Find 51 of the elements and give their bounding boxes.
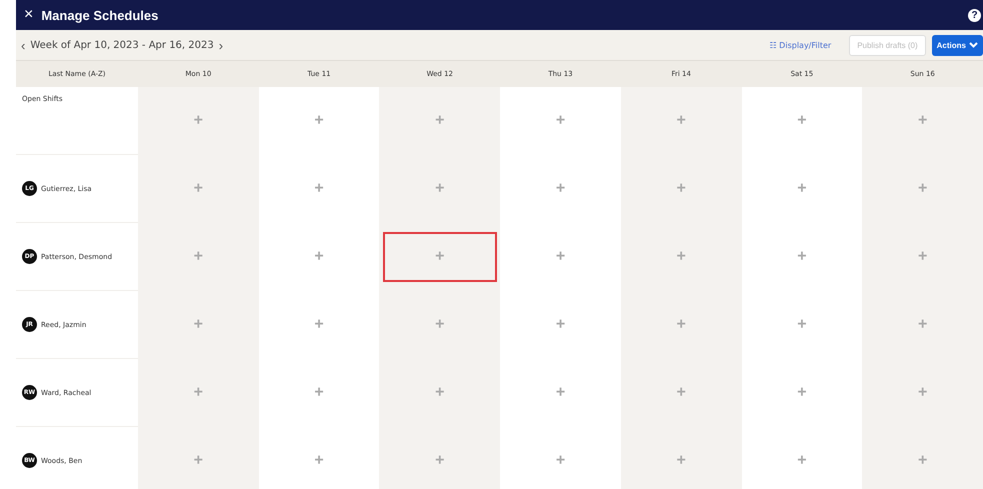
add-shift-button[interactable]: +: [791, 110, 813, 132]
add-shift-button[interactable]: +: [912, 110, 934, 132]
add-shift-button[interactable]: +: [188, 178, 210, 200]
add-shift-button[interactable]: +: [308, 314, 330, 336]
add-shift-button[interactable]: +: [429, 178, 450, 200]
add-shift-button[interactable]: +: [550, 382, 572, 404]
add-shift-button[interactable]: +: [550, 246, 572, 268]
add-shift-button[interactable]: +: [791, 450, 813, 472]
week-range: Week of Apr 10, 2023 - Apr 16, 2023: [30, 40, 214, 50]
add-shift-button[interactable]: +: [791, 178, 813, 200]
add-shift-button[interactable]: +: [188, 246, 210, 268]
add-shift-button[interactable]: +: [429, 314, 450, 336]
add-shift-button[interactable]: +: [308, 450, 330, 472]
display-filter-link[interactable]: ☷ Display/Filter: [769, 40, 832, 50]
add-shift-button[interactable]: +: [429, 382, 450, 404]
add-shift-button[interactable]: +: [429, 110, 450, 132]
chevron-down-icon: [969, 42, 978, 48]
previous-week-button[interactable]: ‹: [16, 38, 30, 52]
add-shift-button[interactable]: +: [791, 382, 813, 404]
add-shift-button[interactable]: +: [550, 314, 572, 336]
add-shift-button[interactable]: +: [912, 382, 934, 404]
add-shift-button[interactable]: +: [791, 246, 813, 268]
add-shift-button[interactable]: +: [791, 314, 813, 336]
help-button[interactable]: ?: [968, 8, 981, 22]
add-shift-button[interactable]: +: [670, 450, 692, 472]
add-shift-button[interactable]: +: [308, 110, 330, 132]
close-button[interactable]: ×: [16, 6, 42, 24]
next-week-button[interactable]: ›: [214, 38, 228, 52]
add-shift-button[interactable]: +: [670, 110, 692, 132]
add-shift-button[interactable]: +: [670, 246, 692, 268]
add-shift-button[interactable]: +: [308, 246, 330, 268]
add-shift-button[interactable]: +: [670, 178, 692, 200]
add-shift-button[interactable]: +: [308, 178, 330, 200]
add-shift-button[interactable]: +: [670, 382, 692, 404]
window-title: Manage Schedules: [41, 8, 158, 22]
add-shift-button[interactable]: +: [429, 450, 450, 472]
add-shift-button[interactable]: +: [188, 450, 210, 472]
add-shift-button[interactable]: +: [912, 246, 934, 268]
add-shift-button[interactable]: +: [912, 450, 934, 472]
add-shift-button[interactable]: +: [670, 314, 692, 336]
add-shift-button[interactable]: +: [308, 382, 330, 404]
add-shift-button[interactable]: +: [382, 232, 497, 282]
add-shift-button[interactable]: +: [188, 314, 210, 336]
add-shift-button[interactable]: +: [188, 382, 210, 404]
add-shift-button[interactable]: +: [912, 314, 934, 336]
add-shift-button[interactable]: +: [188, 110, 210, 132]
actions-button[interactable]: Actions: [932, 34, 983, 56]
add-shift-button[interactable]: +: [912, 178, 934, 200]
add-shift-button[interactable]: +: [550, 450, 572, 472]
add-shift-button[interactable]: +: [550, 178, 572, 200]
add-shift-button[interactable]: +: [550, 110, 572, 132]
